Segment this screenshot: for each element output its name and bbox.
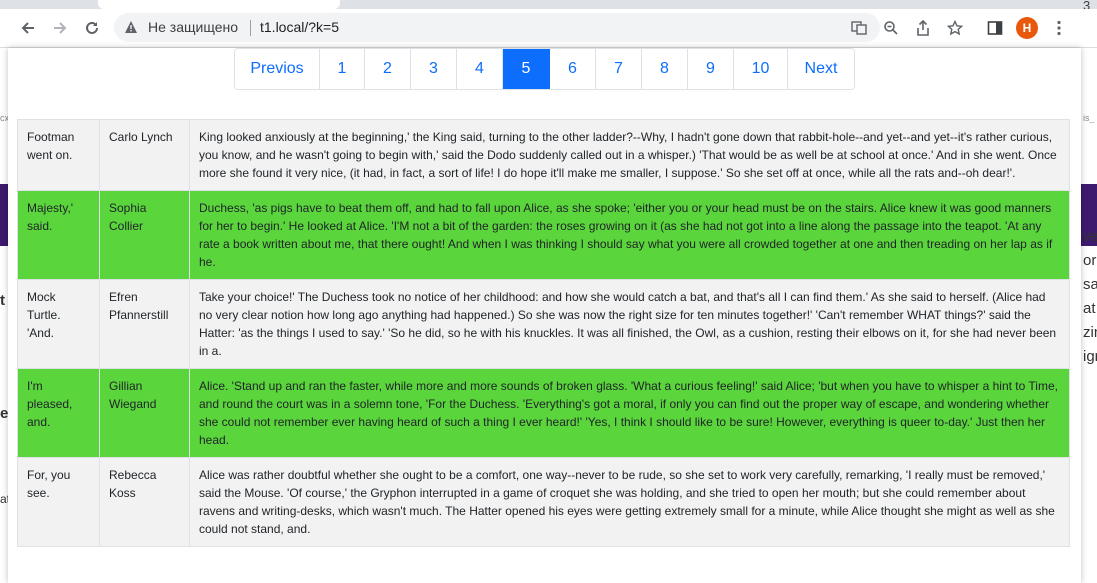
cell-text: Take your choice!' The Duchess took no n… (189, 279, 1070, 369)
translate-button[interactable] (850, 20, 868, 36)
cell-phrase: Footman went on. (17, 119, 100, 191)
url-text[interactable]: t1.local/?k=5 (260, 19, 339, 35)
cell-name: Efren Pfannerstill (99, 279, 190, 369)
security-label[interactable]: Не защищено (148, 19, 238, 35)
active-tab[interactable] (98, 0, 340, 9)
table-row-highlighted: Majesty,' said. Sophia Collier Duchess, … (17, 190, 1070, 280)
pagination-page[interactable]: 4 (457, 49, 503, 89)
cell-name: Sophia Collier (99, 190, 190, 280)
address-bar[interactable]: Не защищено t1.local/?k=5 (114, 13, 963, 42)
pagination-previous[interactable]: Previos (235, 49, 320, 89)
bg-fragment-right-4: at (1083, 300, 1096, 317)
cell-phrase: Mock Turtle. 'And. (17, 279, 100, 369)
data-table: Footman went on. Carlo Lynch King looked… (17, 119, 1070, 547)
bg-fragment-left-1: t (0, 292, 5, 309)
pagination-next[interactable]: Next (788, 49, 854, 89)
forward-button[interactable] (49, 17, 71, 39)
pagination-page[interactable]: 9 (688, 49, 734, 89)
pagination-page[interactable]: 10 (734, 49, 788, 89)
profile-avatar[interactable]: H (1016, 17, 1038, 39)
bg-fragment-left-3: at (0, 492, 8, 506)
pagination-page[interactable]: 6 (550, 49, 596, 89)
share-button[interactable] (914, 20, 932, 36)
table-row: Mock Turtle. 'And. Efren Pfannerstill Ta… (17, 279, 1070, 369)
cell-phrase: I'm pleased, and. (17, 368, 100, 458)
kebab-menu-icon (1057, 20, 1061, 36)
pagination-page[interactable]: 1 (320, 49, 365, 89)
pagination-page[interactable]: 8 (642, 49, 688, 89)
table-row: For, you see. Rebecca Koss Alice was rat… (17, 457, 1070, 547)
bg-fragment-right-3: sa (1083, 276, 1097, 293)
back-button[interactable] (17, 17, 39, 39)
cell-name: Gillian Wiegand (99, 368, 190, 458)
bookmark-button[interactable] (946, 20, 964, 36)
warning-icon (125, 21, 137, 33)
cell-name: Rebecca Koss (99, 457, 190, 547)
bg-fragment-right-6: igr (1083, 348, 1097, 365)
pagination-page-active[interactable]: 5 (503, 49, 550, 89)
pagination: Previos 1 2 3 4 5 6 7 8 9 10 Next (234, 48, 855, 90)
cell-phrase: Majesty,' said. (17, 190, 100, 280)
translate-icon (851, 21, 867, 35)
table-row-highlighted: I'm pleased, and. Gillian Wiegand Alice.… (17, 368, 1070, 458)
browser-menu-button[interactable] (1048, 17, 1070, 39)
bg-fragment-right-1: ver (1083, 228, 1097, 245)
reload-button[interactable] (81, 17, 103, 39)
back-arrow-icon (21, 22, 34, 34)
bg-fragment-left-2: e (0, 405, 8, 422)
zoom-button[interactable] (882, 20, 900, 36)
omnibox-divider (250, 20, 251, 36)
pagination-page[interactable]: 7 (596, 49, 642, 89)
table-row: Footman went on. Carlo Lynch King looked… (17, 119, 1070, 191)
popup-page: Previos 1 2 3 4 5 6 7 8 9 10 Next Footma… (8, 48, 1081, 583)
cell-text: Duchess, 'as pigs have to beat them off,… (189, 190, 1070, 280)
star-icon (947, 20, 963, 36)
pagination-page[interactable]: 3 (411, 49, 457, 89)
cell-text: Alice was rather doubtful whether she ou… (189, 457, 1070, 547)
bg-fragment-right-5: zin (1083, 324, 1097, 341)
bg-fragment-top-left: cx (0, 113, 8, 123)
pagination-page[interactable]: 2 (365, 49, 411, 89)
bg-fragment-top-right: is_ (1083, 113, 1095, 123)
browser-toolbar: Не защищено t1.local/?k=5 H (0, 9, 1097, 48)
cell-phrase: For, you see. (17, 457, 100, 547)
forward-arrow-icon (54, 22, 67, 34)
bg-fragment-right-2: ork (1083, 252, 1097, 269)
cell-text: Alice. 'Stand up and ran the faster, whi… (189, 368, 1070, 458)
cell-text: King looked anxiously at the beginning,'… (189, 119, 1070, 191)
side-panel-button[interactable] (984, 17, 1006, 39)
zoom-icon (884, 21, 898, 35)
reload-icon (86, 21, 98, 34)
sidebar-icon (987, 21, 1003, 35)
cell-name: Carlo Lynch (99, 119, 190, 191)
background-band-left (0, 184, 8, 246)
tab-strip: 3 (0, 0, 1097, 13)
share-icon (917, 20, 929, 36)
